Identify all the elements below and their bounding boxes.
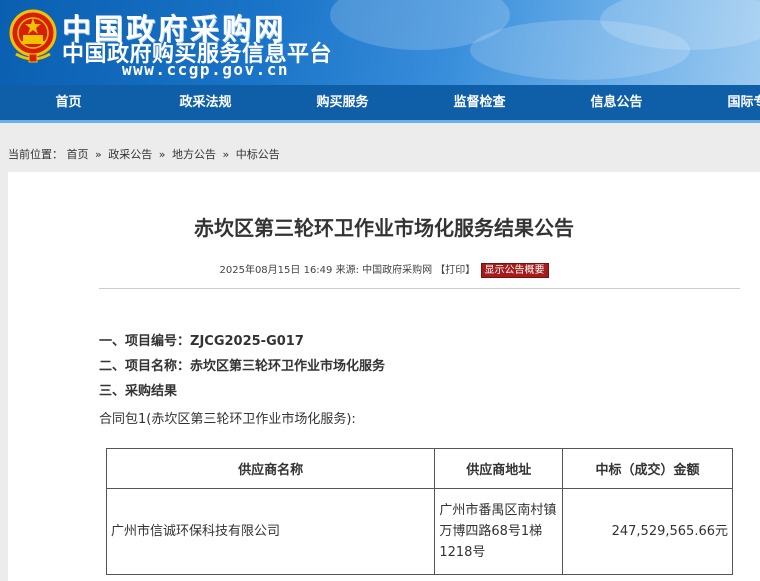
cell-amount: 247,529,565.66元 — [562, 488, 733, 575]
breadcrumb: 当前位置： 首页 » 政采公告 » 地方公告 » 中标公告 — [8, 146, 280, 162]
nav-item-purchase-services[interactable]: 购买服务 — [274, 85, 411, 120]
breadcrumb-link-local[interactable]: 地方公告 — [172, 148, 216, 161]
site-header: 中国政府采购网 中国政府购买服务信息平台 www.ccgp.gov.cn — [0, 0, 760, 85]
article-meta: 2025年08月15日 16:49 来源: 中国政府采购网 【打印】 显示公告概… — [8, 261, 760, 278]
project-name: 二、项目名称：赤坎区第三轮环卫作业市场化服务 — [99, 355, 385, 374]
column-header-supplier: 供应商名称 — [105, 448, 436, 489]
summary-badge-button[interactable]: 显示公告概要 — [480, 263, 549, 278]
table-header-row: 供应商名称 供应商地址 中标（成交）金额 — [105, 448, 733, 489]
national-emblem-icon[interactable] — [8, 8, 58, 64]
article-title: 赤坎区第三轮环卫作业市场化服务结果公告 — [194, 216, 574, 240]
divider — [99, 288, 740, 289]
result-table: 供应商名称 供应商地址 中标（成交）金额 广州市信诚环保科技有限公司 广州市番禺… — [105, 448, 733, 575]
breadcrumb-prefix: 当前位置： — [8, 148, 63, 161]
nav-item-regulations[interactable]: 政采法规 — [137, 85, 274, 120]
nav-item-home[interactable]: 首页 — [0, 85, 137, 120]
project-number: 一、项目编号：ZJCG2025-G017 — [99, 330, 304, 349]
cell-supplier: 广州市信诚环保科技有限公司 — [105, 488, 436, 575]
site-url[interactable]: www.ccgp.gov.cn — [122, 60, 289, 79]
main-nav: 首页 政采法规 购买服务 监督检查 信息公告 国际专栏 — [0, 85, 760, 123]
table-row: 广州市信诚环保科技有限公司 广州市番禺区南村镇万博四路68号1梯1218号 24… — [105, 488, 733, 575]
project-number-label: 一、项目编号： — [99, 334, 191, 349]
nav-item-supervision[interactable]: 监督检查 — [411, 85, 548, 120]
project-number-value: ZJCG2025-G017 — [190, 334, 304, 349]
contract-package: 合同包1(赤坎区第三轮环卫作业市场化服务): — [99, 412, 356, 427]
breadcrumb-link-home[interactable]: 首页 — [67, 148, 89, 161]
project-name-value: 赤坎区第三轮环卫作业市场化服务 — [190, 359, 386, 374]
breadcrumb-separator: » — [158, 148, 166, 161]
project-name-label: 二、项目名称： — [99, 359, 191, 374]
breadcrumb-separator: » — [222, 148, 230, 161]
article-meta-text[interactable]: 2025年08月15日 16:49 来源: 中国政府采购网 【打印】 — [220, 265, 476, 276]
nav-item-announcements[interactable]: 信息公告 — [548, 85, 685, 120]
cell-address: 广州市番禺区南村镇万博四路68号1梯1218号 — [434, 488, 564, 575]
breadcrumb-link-announcements[interactable]: 政采公告 — [108, 148, 152, 161]
column-header-address: 供应商地址 — [434, 448, 564, 489]
nav-item-international[interactable]: 国际专栏 — [685, 85, 760, 120]
breadcrumb-separator: » — [95, 148, 102, 161]
article-panel: 赤坎区第三轮环卫作业市场化服务结果公告 2025年08月15日 16:49 来源… — [8, 172, 760, 581]
breadcrumb-link-award[interactable]: 中标公告 — [236, 148, 280, 161]
purchase-result-heading: 三、采购结果 — [99, 384, 178, 399]
column-header-amount: 中标（成交）金额 — [562, 448, 733, 489]
